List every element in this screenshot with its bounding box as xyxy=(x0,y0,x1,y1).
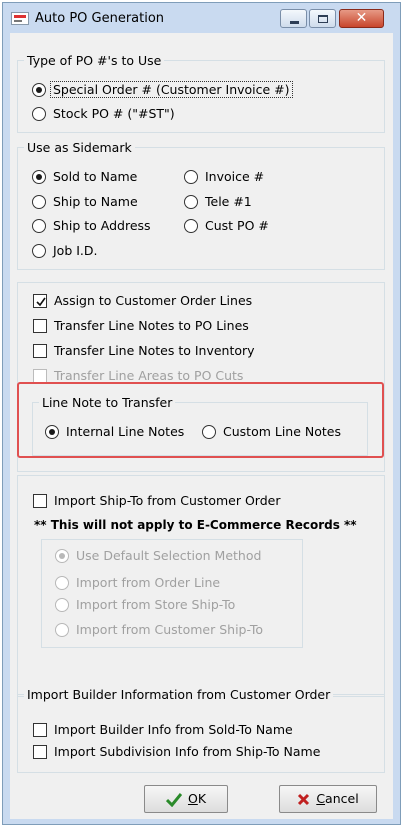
radio-ship-to-address-label: Ship to Address xyxy=(53,218,151,233)
builder-group: Import Builder Information from Customer… xyxy=(17,687,385,773)
sidemark-group: Use as Sidemark Sold to Name Ship to Nam… xyxy=(17,140,385,270)
checkmark-icon xyxy=(36,297,46,307)
radio-import-customer-ship-to-indicator[interactable] xyxy=(55,623,69,637)
app-icon xyxy=(11,12,29,25)
radio-stock-po-label: Stock PO # ("#ST") xyxy=(53,106,175,121)
radio-import-store-ship-to-indicator[interactable] xyxy=(55,598,69,612)
radio-job-id-indicator[interactable] xyxy=(32,244,46,258)
checkbox-transfer-notes-po-lines-label: Transfer Line Notes to PO Lines xyxy=(54,318,249,333)
ok-button-mnemonic: O xyxy=(187,791,198,806)
checkbox-import-ship-to-label: Import Ship-To from Customer Order xyxy=(54,493,281,508)
maximize-button[interactable] xyxy=(309,9,336,28)
radio-tele-label: Tele #1 xyxy=(205,194,252,209)
radio-ship-to-name-label: Ship to Name xyxy=(53,194,138,209)
radio-cust-po-indicator[interactable] xyxy=(184,219,198,233)
radio-sold-to-name-indicator[interactable] xyxy=(32,170,46,184)
minimize-button[interactable] xyxy=(280,9,307,28)
builder-group-title: Import Builder Information from Customer… xyxy=(24,687,334,703)
radio-stock-po-indicator[interactable] xyxy=(32,107,46,121)
radio-default-selection-label: Use Default Selection Method xyxy=(76,548,262,563)
radio-import-customer-ship-to-label: Import from Customer Ship-To xyxy=(76,622,263,637)
cancel-button[interactable]: Cancel xyxy=(279,785,377,813)
radio-ship-to-address-indicator[interactable] xyxy=(32,219,46,233)
checkbox-transfer-notes-inventory-box[interactable] xyxy=(33,344,47,358)
ok-button-label: K xyxy=(197,791,207,806)
checkbox-import-subdivision-info-label: Import Subdivision Info from Ship-To Nam… xyxy=(54,744,321,759)
checkmark-icon xyxy=(165,792,182,807)
checkbox-assign-customer-order-lines-box[interactable] xyxy=(33,294,47,308)
radio-tele-indicator[interactable] xyxy=(184,195,198,209)
annotation-highlight-box xyxy=(17,382,384,458)
minimize-icon xyxy=(290,21,299,24)
title-bar[interactable]: Auto PO Generation ✕ xyxy=(3,3,400,33)
radio-sold-to-name-label: Sold to Name xyxy=(53,169,138,184)
close-button[interactable]: ✕ xyxy=(339,9,384,28)
radio-import-store-ship-to-label: Import from Store Ship-To xyxy=(76,597,236,612)
checkbox-import-builder-info-box[interactable] xyxy=(33,723,47,737)
checkbox-transfer-line-areas-box[interactable] xyxy=(33,369,47,383)
po-type-group: Type of PO #'s to Use Special Order # (C… xyxy=(17,53,385,133)
ecommerce-warning: ** This will not apply to E-Commerce Rec… xyxy=(34,518,357,532)
cancel-x-icon xyxy=(298,793,310,806)
radio-special-order-indicator[interactable] xyxy=(32,83,46,97)
radio-import-order-line-indicator[interactable] xyxy=(55,576,69,590)
checkbox-transfer-notes-po-lines-box[interactable] xyxy=(33,319,47,333)
checkbox-transfer-notes-inventory-label: Transfer Line Notes to Inventory xyxy=(54,343,255,358)
radio-job-id-label: Job I.D. xyxy=(53,243,98,258)
sidemark-group-title: Use as Sidemark xyxy=(24,140,135,156)
radio-import-order-line-label: Import from Order Line xyxy=(76,575,221,590)
checkbox-import-ship-to-box[interactable] xyxy=(33,494,47,508)
ship-to-method-group: Use Default Selection Method Import from… xyxy=(41,539,303,648)
radio-default-selection-indicator[interactable] xyxy=(55,549,69,563)
radio-invoice-label: Invoice # xyxy=(205,169,265,184)
checkbox-import-subdivision-info-box[interactable] xyxy=(33,745,47,759)
checkbox-assign-customer-order-lines-label: Assign to Customer Order Lines xyxy=(54,293,253,308)
radio-special-order-label: Special Order # (Customer Invoice #) xyxy=(50,81,293,98)
close-icon: ✕ xyxy=(355,10,368,26)
ok-button[interactable]: OK xyxy=(144,785,228,813)
radio-ship-to-name-indicator[interactable] xyxy=(32,195,46,209)
radio-cust-po-label: Cust PO # xyxy=(205,218,269,233)
ship-to-group: Import Ship-To from Customer Order ** Th… xyxy=(17,475,385,697)
radio-invoice-indicator[interactable] xyxy=(184,170,198,184)
checkbox-import-builder-info-label: Import Builder Info from Sold-To Name xyxy=(54,722,293,737)
window-title: Auto PO Generation xyxy=(35,11,165,26)
cancel-button-mnemonic: C xyxy=(316,791,326,806)
maximize-icon xyxy=(318,15,328,23)
cancel-button-label: ancel xyxy=(325,791,359,806)
po-type-group-title: Type of PO #'s to Use xyxy=(24,53,165,69)
